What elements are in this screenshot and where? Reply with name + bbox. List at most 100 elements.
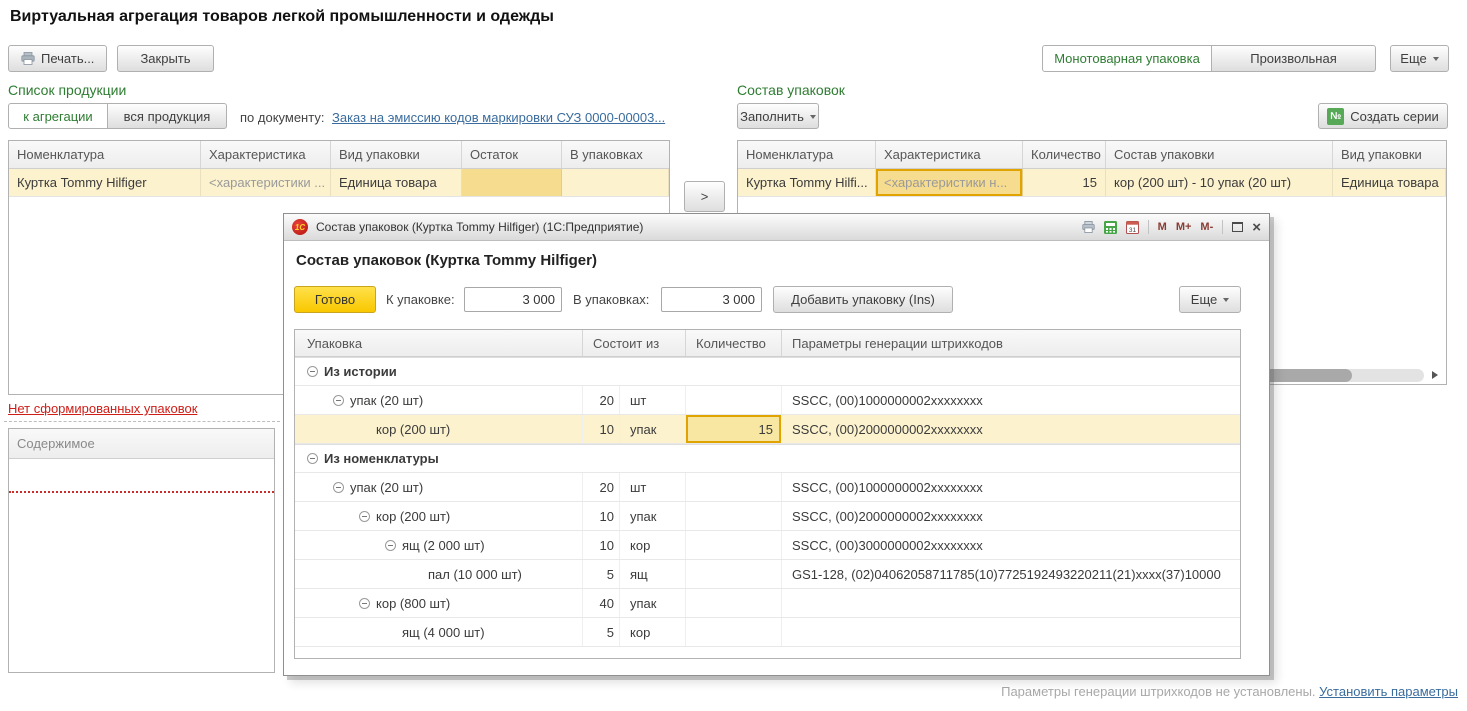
modal-item-row[interactable]: кор (200 шт)10упакSSCC, (00)2000000002xx… — [295, 502, 1240, 531]
modal-title: Состав упаковок (Куртка Tommy Hilfiger) — [296, 252, 597, 269]
collapse-icon[interactable] — [307, 453, 318, 464]
calculator-icon[interactable] — [1104, 221, 1117, 234]
add-pack-label: Добавить упаковку (Ins) — [791, 292, 935, 307]
move-right-button[interactable]: > — [684, 181, 725, 212]
titlebar-separator — [1148, 220, 1149, 234]
cell-characteristic-selected: <характеристики н... — [876, 169, 1023, 196]
tab-all-products-label: вся продукция — [124, 109, 211, 124]
tab-all-products[interactable]: вся продукция — [107, 103, 227, 129]
cell-pack: кор (200 шт) — [295, 415, 583, 443]
cell-pack: упак (20 шт) — [295, 473, 583, 501]
print-button[interactable]: Печать... — [8, 45, 107, 72]
to-pack-label: К упаковке: — [386, 292, 455, 307]
memory-plus-button[interactable]: M+ — [1176, 221, 1192, 233]
column-nomenclature[interactable]: Номенклатура — [9, 141, 201, 168]
column-consists-of[interactable]: Состоит из — [583, 330, 686, 356]
modal-table-header: Упаковка Состоит из Количество Параметры… — [295, 330, 1240, 357]
no-packs-link[interactable]: Нет сформированных упаковок — [8, 401, 197, 416]
cell-consists-unit: кор — [620, 531, 686, 559]
mode-monoproduct-label: Монотоварная упаковка — [1054, 51, 1200, 66]
cell-consists-unit: кор — [620, 618, 686, 646]
close-icon[interactable]: × — [1252, 220, 1261, 235]
column-pack-type[interactable]: Вид упаковки — [1333, 141, 1446, 168]
column-quantity[interactable]: Количество — [1023, 141, 1106, 168]
modal-titlebar-icons: 31 M M+ M- × — [1082, 220, 1261, 235]
cell-pack: Из номенклатуры — [295, 445, 1240, 472]
tab-to-aggregation[interactable]: к агрегации — [8, 103, 108, 129]
cell-consists-value: 5 — [583, 618, 620, 646]
modal-item-row[interactable]: упак (20 шт)20штSSCC, (00)1000000002xxxx… — [295, 386, 1240, 415]
packs-section-header: Состав упаковок — [737, 82, 845, 98]
panel-splitter[interactable] — [4, 421, 280, 422]
printer-icon[interactable] — [1082, 221, 1095, 233]
column-composition[interactable]: Состав упаковки — [1106, 141, 1333, 168]
column-characteristic[interactable]: Характеристика — [201, 141, 331, 168]
column-characteristic[interactable]: Характеристика — [876, 141, 1023, 168]
column-barcode-params[interactable]: Параметры генерации штрихкодов — [782, 330, 1240, 356]
memory-minus-button[interactable]: M- — [1200, 221, 1213, 233]
column-pack[interactable]: Упаковка — [295, 330, 583, 356]
cell-pack-type: Единица товара — [1333, 169, 1446, 196]
modal-item-row[interactable]: кор (800 шт)40упак — [295, 589, 1240, 618]
cell-quantity — [686, 560, 782, 588]
chevron-down-icon — [1433, 57, 1439, 64]
modal-titlebar[interactable]: 1С Состав упаковок (Куртка Tommy Hilfige… — [284, 214, 1269, 241]
create-series-button[interactable]: № Создать серии — [1318, 103, 1448, 129]
collapse-icon[interactable] — [333, 482, 344, 493]
pack-label: Из номенклатуры — [324, 451, 439, 466]
column-rest[interactable]: Остаток — [462, 141, 562, 168]
close-form-label: Закрыть — [140, 51, 190, 66]
fill-button[interactable]: Заполнить — [737, 103, 819, 129]
maximize-icon[interactable] — [1232, 222, 1243, 232]
cell-barcode-params — [782, 618, 1240, 646]
cell-barcode-params: SSCC, (00)2000000002xxxxxxxx — [782, 502, 1240, 530]
collapse-icon[interactable] — [385, 540, 396, 551]
column-pack-type[interactable]: Вид упаковки — [331, 141, 462, 168]
cell-consists-value: 10 — [583, 531, 620, 559]
right-arrow-icon: > — [701, 189, 709, 204]
column-nomenclature[interactable]: Номенклатура — [738, 141, 876, 168]
scrollbar-right-arrow-icon[interactable] — [1432, 371, 1442, 379]
cell-nomenclature: Куртка Tommy Hilfiger — [9, 169, 201, 196]
modal-group-row[interactable]: Из номенклатуры — [295, 444, 1240, 473]
modal-item-row[interactable]: кор (200 шт)10упак15SSCC, (00)2000000002… — [295, 415, 1240, 444]
to-pack-input[interactable] — [464, 287, 562, 312]
done-button[interactable]: Готово — [294, 286, 376, 313]
column-in-packs[interactable]: В упаковках — [562, 141, 669, 168]
contents-table-header: Содержимое — [9, 429, 274, 459]
products-filter-tabs: к агрегации вся продукция — [8, 103, 227, 129]
column-contents[interactable]: Содержимое — [9, 429, 274, 458]
modal-more-button[interactable]: Еще — [1179, 286, 1241, 313]
collapse-icon[interactable] — [359, 598, 370, 609]
modal-item-row[interactable]: пал (10 000 шт)5ящGS1-128, (02)040620587… — [295, 560, 1240, 589]
cell-pack: пал (10 000 шт) — [295, 560, 583, 588]
in-packs-input[interactable] — [661, 287, 762, 312]
modal-group-row[interactable]: Из истории — [295, 357, 1240, 386]
cell-in-packs — [562, 169, 669, 196]
document-link[interactable]: Заказ на эмиссию кодов маркировки СУЗ 00… — [332, 110, 665, 125]
cell-pack-type: Единица товара — [331, 169, 462, 196]
collapse-icon[interactable] — [359, 511, 370, 522]
cell-rest — [462, 169, 562, 196]
mode-arbitrary-button[interactable]: Произвольная — [1211, 45, 1376, 72]
set-parameters-link[interactable]: Установить параметры — [1319, 684, 1458, 699]
column-quantity[interactable]: Количество — [686, 330, 782, 356]
pack-label: упак (20 шт) — [350, 393, 423, 408]
collapse-icon[interactable] — [333, 395, 344, 406]
more-button[interactable]: Еще — [1390, 45, 1449, 72]
close-form-button[interactable]: Закрыть — [117, 45, 214, 72]
modal-item-row[interactable]: ящ (2 000 шт)10корSSCC, (00)3000000002xx… — [295, 531, 1240, 560]
cell-consists-unit: упак — [620, 415, 686, 443]
tab-to-aggregation-label: к агрегации — [23, 109, 92, 124]
memory-recall-button[interactable]: M — [1158, 221, 1167, 233]
packs-table-row[interactable]: Куртка Tommy Hilfi... <характеристики н.… — [738, 169, 1446, 197]
modal-packs-table: Упаковка Состоит из Количество Параметры… — [294, 329, 1241, 659]
add-pack-button[interactable]: Добавить упаковку (Ins) — [773, 286, 953, 313]
modal-item-row[interactable]: упак (20 шт)20штSSCC, (00)1000000002xxxx… — [295, 473, 1240, 502]
modal-item-row[interactable]: ящ (4 000 шт)5кор — [295, 618, 1240, 647]
collapse-icon[interactable] — [307, 366, 318, 377]
mode-monoproduct-button[interactable]: Монотоварная упаковка — [1042, 45, 1212, 72]
cell-barcode-params: GS1-128, (02)04062058711785(10)772519249… — [782, 560, 1240, 588]
calendar-icon[interactable]: 31 — [1126, 221, 1139, 234]
products-table-row[interactable]: Куртка Tommy Hilfiger <характеристики ..… — [9, 169, 669, 197]
